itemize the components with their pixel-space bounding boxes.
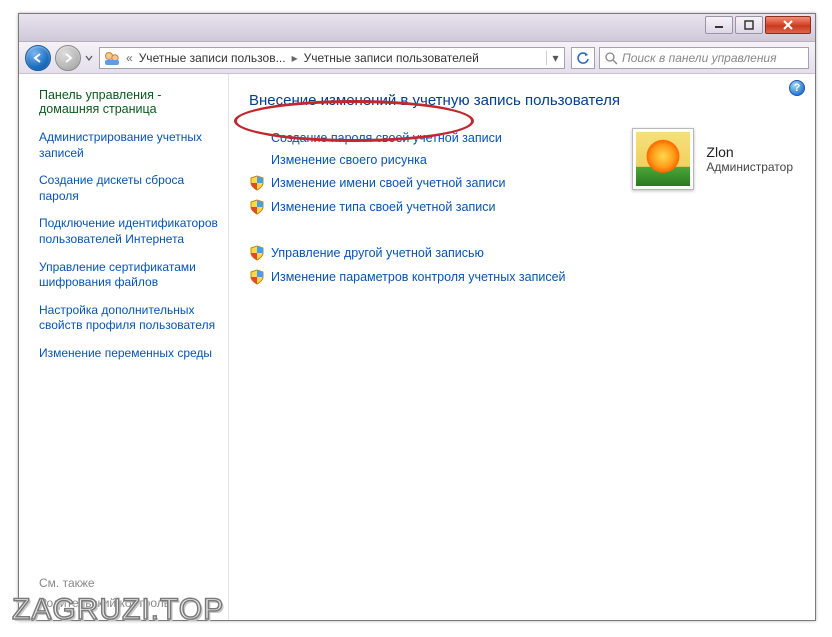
task-label: Создание пароля своей учетной записи (271, 131, 502, 145)
sidebar-link-password-reset-disk[interactable]: Создание дискеты сброса пароля (39, 173, 218, 204)
shield-icon (249, 245, 265, 261)
maximize-button[interactable] (735, 16, 763, 34)
refresh-icon (576, 51, 590, 65)
shield-icon (249, 199, 265, 215)
nav-history-dropdown[interactable] (85, 50, 93, 66)
main-panel: ? Внесение изменений в учетную запись по… (229, 74, 815, 620)
address-bar[interactable]: « Учетные записи пользов... ▸ Учетные за… (99, 47, 565, 69)
task-label: Изменение параметров контроля учетных за… (271, 270, 566, 284)
minimize-button[interactable] (705, 16, 733, 34)
user-accounts-icon (104, 50, 120, 66)
task-label: Изменение имени своей учетной записи (271, 176, 505, 190)
navbar: « Учетные записи пользов... ▸ Учетные за… (19, 42, 815, 74)
page-title: Внесение изменений в учетную запись поль… (249, 92, 799, 109)
search-icon (604, 51, 618, 65)
close-button[interactable] (765, 16, 811, 34)
sidebar-link-online-ids[interactable]: Подключение идентификаторов пользователе… (39, 216, 218, 247)
sidebar: Панель управления - домашняя страница Ад… (19, 74, 229, 620)
breadcrumb-seg-2[interactable]: Учетные записи пользователей (300, 51, 483, 65)
task-change-type[interactable]: Изменение типа своей учетной записи (249, 199, 799, 215)
search-input[interactable]: Поиск в панели управления (599, 47, 809, 69)
task-label: Изменение своего рисунка (271, 153, 427, 167)
breadcrumb-prefix: « (124, 51, 135, 65)
control-panel-window: « Учетные записи пользов... ▸ Учетные за… (18, 13, 816, 621)
close-icon (782, 19, 794, 31)
shield-icon (249, 175, 265, 191)
breadcrumb-seg-1[interactable]: Учетные записи пользов... (135, 51, 290, 65)
shield-icon (249, 269, 265, 285)
control-panel-home-link[interactable]: Панель управления - домашняя страница (39, 88, 218, 116)
user-role: Администратор (706, 160, 793, 174)
user-picture[interactable] (632, 128, 694, 190)
sidebar-link-profile-props[interactable]: Настройка дополнительных свойств профиля… (39, 303, 218, 334)
sidebar-link-admin-accounts[interactable]: Администрирование учетных записей (39, 130, 218, 161)
help-icon[interactable]: ? (789, 80, 805, 96)
task-label: Изменение типа своей учетной записи (271, 200, 495, 214)
task-manage-other-account[interactable]: Управление другой учетной записью (249, 245, 799, 261)
maximize-icon (744, 20, 754, 30)
user-name: Zlon (706, 144, 793, 160)
see-also-parental-controls[interactable]: Родительский контроль (39, 596, 218, 610)
task-change-uac[interactable]: Изменение параметров контроля учетных за… (249, 269, 799, 285)
minimize-icon (714, 20, 724, 30)
refresh-button[interactable] (571, 47, 595, 69)
flower-avatar-icon (636, 132, 690, 186)
arrow-right-icon (62, 52, 74, 64)
task-label: Управление другой учетной записью (271, 246, 484, 260)
user-card: Zlon Администратор (632, 128, 793, 190)
window-body: Панель управления - домашняя страница Ад… (19, 74, 815, 620)
sidebar-link-encryption-certs[interactable]: Управление сертификатами шифрования файл… (39, 260, 218, 291)
search-placeholder: Поиск в панели управления (622, 51, 777, 65)
arrow-left-icon (32, 52, 44, 64)
chevron-down-icon (85, 54, 93, 62)
nav-back-button[interactable] (25, 45, 51, 71)
see-also-label: См. также (39, 576, 218, 590)
nav-forward-button[interactable] (55, 45, 81, 71)
breadcrumb-sep-icon: ▸ (290, 51, 300, 65)
sidebar-link-env-vars[interactable]: Изменение переменных среды (39, 346, 218, 362)
address-dropdown[interactable]: ▾ (546, 51, 564, 65)
titlebar (19, 14, 815, 42)
